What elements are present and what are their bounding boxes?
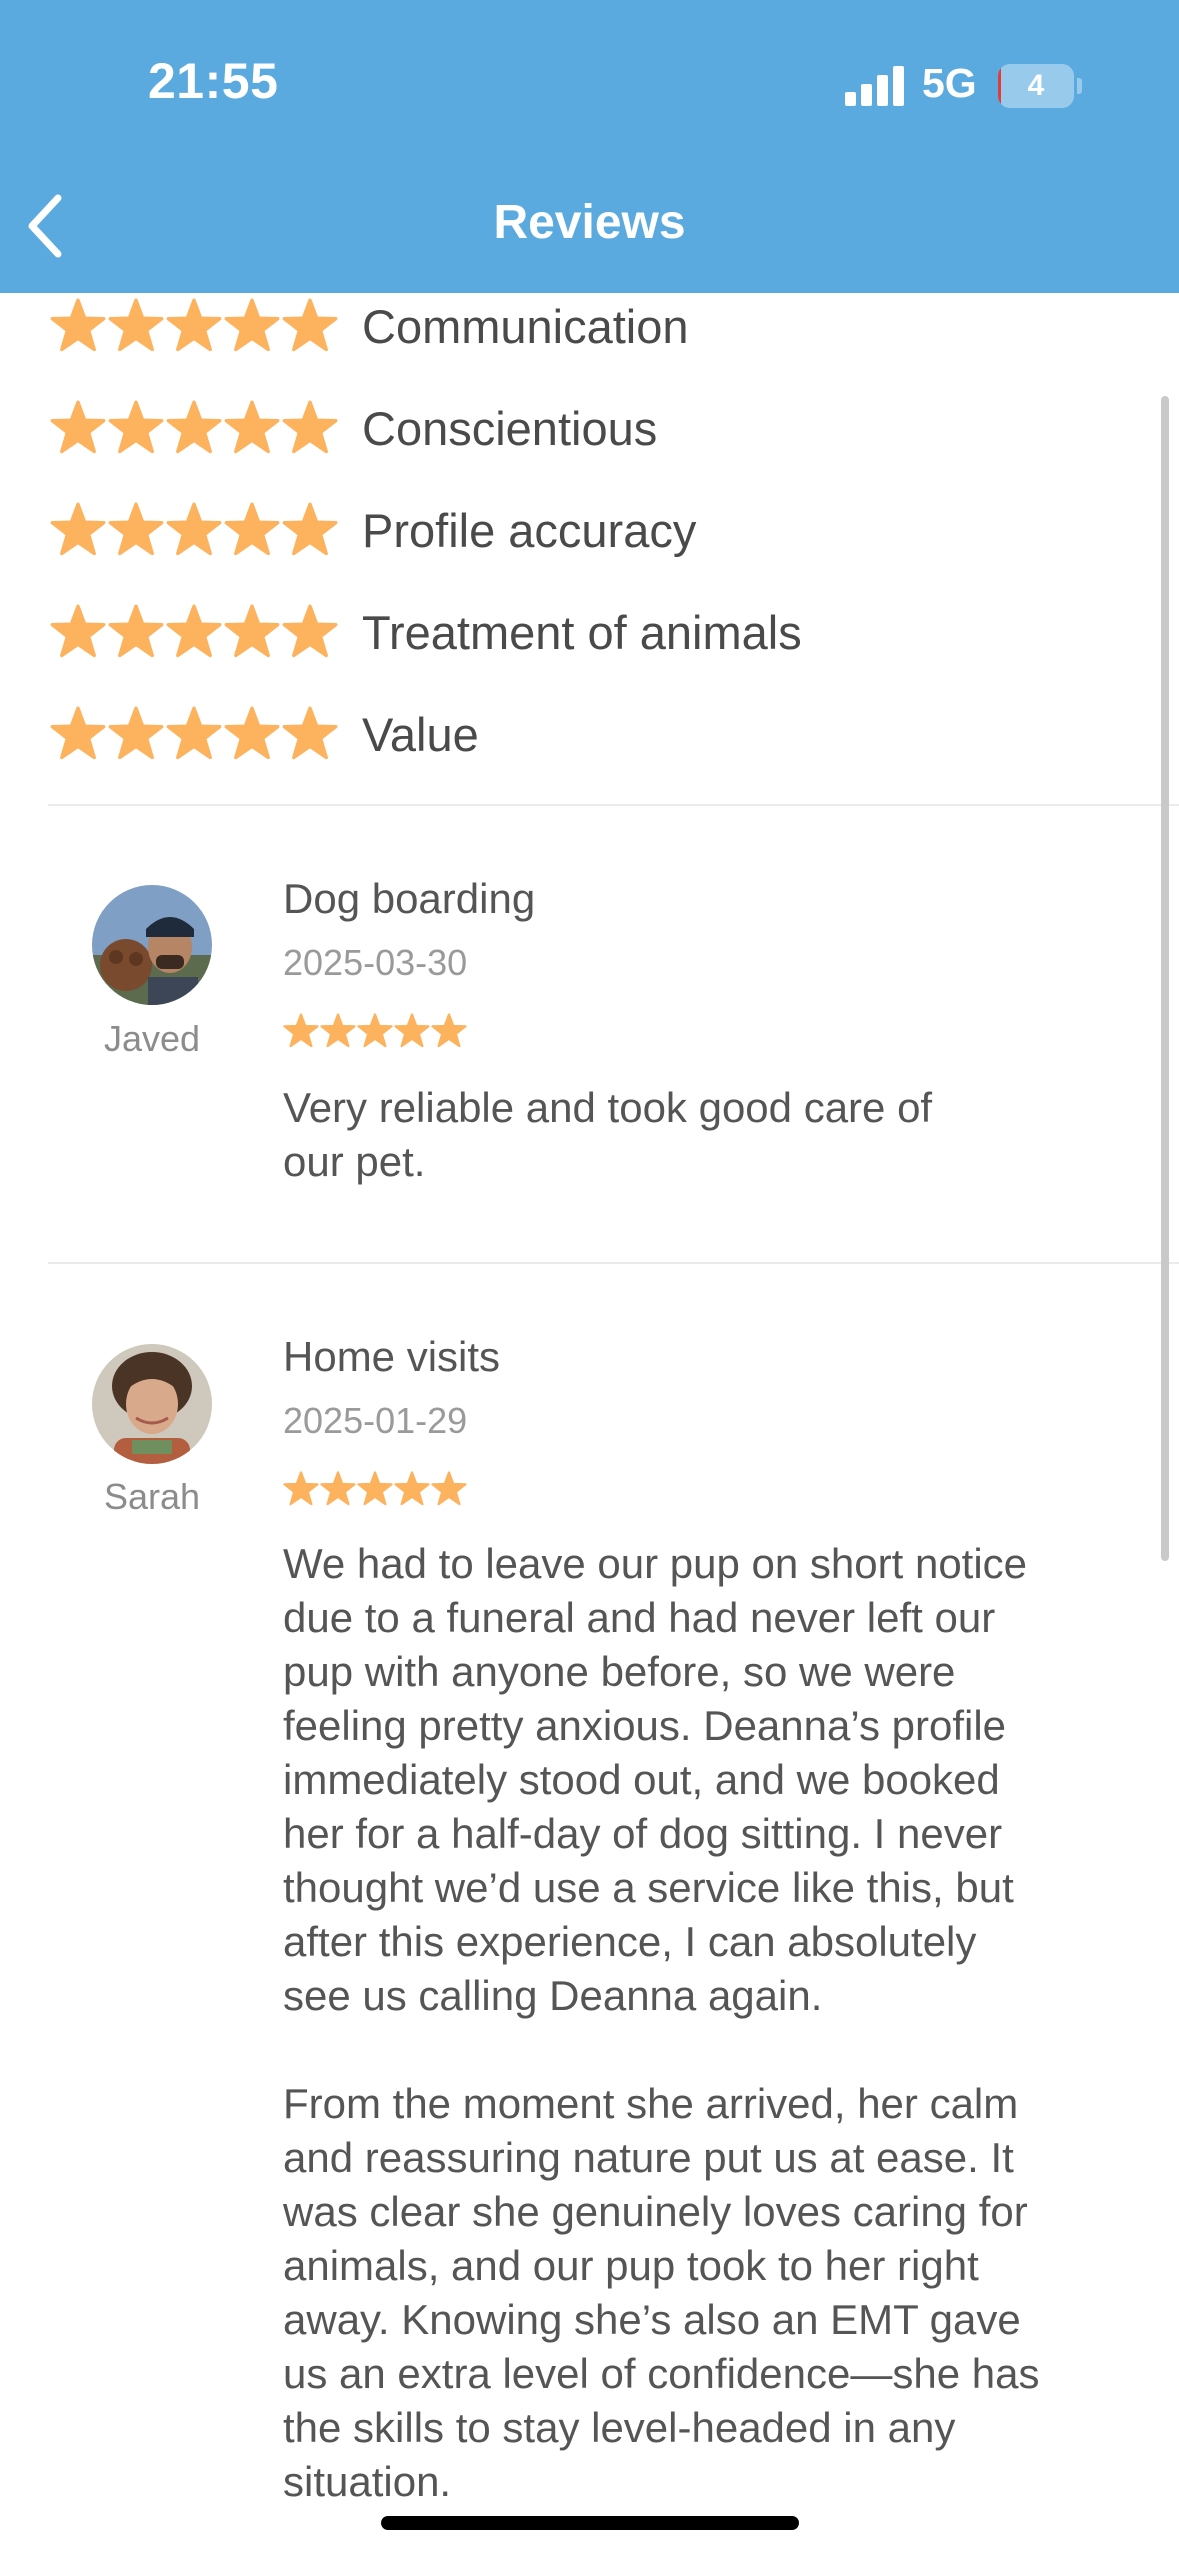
star-icon <box>282 604 338 660</box>
star-icon <box>282 298 338 354</box>
review-date: 2025-03-30 <box>283 942 468 983</box>
star-icon <box>50 502 106 558</box>
star-icon <box>394 1471 430 1507</box>
battery-icon: 4 <box>998 64 1074 108</box>
scrollbar[interactable] <box>1161 396 1169 1561</box>
star-icon <box>50 706 106 762</box>
divider <box>48 1262 1179 1264</box>
star-icon <box>320 1471 356 1507</box>
reviews-screen: 21:55 5G 4 Reviews Communication Conscie… <box>0 0 1179 2556</box>
rating-row-communication: Communication <box>50 296 689 356</box>
star-icon <box>50 298 106 354</box>
star-icon <box>282 706 338 762</box>
avatar <box>92 885 212 1005</box>
star-rating <box>50 298 338 354</box>
status-time: 21:55 <box>148 53 279 109</box>
review-text: Very reliable and took good care of our … <box>283 1084 933 1185</box>
star-icon <box>166 604 222 660</box>
star-icon <box>431 1471 467 1507</box>
service-name: Dog boarding <box>283 875 536 922</box>
rating-label: Profile accuracy <box>362 503 697 557</box>
star-rating <box>283 1013 467 1049</box>
star-icon <box>283 1013 319 1049</box>
star-rating <box>50 502 338 558</box>
signal-icon <box>845 66 905 106</box>
rating-row-profile-accuracy: Profile accuracy <box>50 500 696 560</box>
star-icon <box>108 604 164 660</box>
header-bar: 21:55 5G 4 Reviews <box>0 0 1179 293</box>
star-icon <box>166 400 222 456</box>
star-icon <box>108 502 164 558</box>
star-icon <box>224 604 280 660</box>
review-stars <box>283 1471 467 1507</box>
network-label: 5G <box>922 60 977 106</box>
star-icon <box>282 502 338 558</box>
star-rating <box>50 706 338 762</box>
battery-level: 4 <box>1027 69 1045 102</box>
avatar <box>92 1344 212 1464</box>
star-icon <box>108 400 164 456</box>
avatar-photo <box>92 885 212 1005</box>
reviewer-name: Javed <box>103 1018 201 1059</box>
star-icon <box>394 1013 430 1049</box>
rating-label: Value <box>362 707 479 761</box>
rating-row-conscientious: Conscientious <box>50 398 657 458</box>
star-icon <box>108 298 164 354</box>
review-text: We had to leave our pup on short notice … <box>283 1540 1040 2505</box>
star-icon <box>224 706 280 762</box>
star-icon <box>108 706 164 762</box>
reviews-content[interactable]: Communication Conscientious Profile accu… <box>0 293 1179 2556</box>
service-name: Home visits <box>283 1333 501 1380</box>
star-icon <box>166 298 222 354</box>
star-icon <box>166 706 222 762</box>
star-icon <box>166 502 222 558</box>
star-icon <box>224 400 280 456</box>
rating-label: Treatment of animals <box>362 605 802 659</box>
star-rating <box>50 400 338 456</box>
page-title: Reviews <box>493 196 686 249</box>
star-icon <box>224 298 280 354</box>
review-stars <box>283 1013 467 1049</box>
star-icon <box>283 1471 319 1507</box>
avatar-photo <box>92 1344 212 1464</box>
divider <box>48 804 1179 806</box>
star-icon <box>357 1013 393 1049</box>
rating-row-value: Value <box>50 704 479 764</box>
star-icon <box>282 400 338 456</box>
battery-tip <box>1077 78 1082 94</box>
star-icon <box>431 1013 467 1049</box>
star-icon <box>320 1013 356 1049</box>
star-rating <box>283 1471 467 1507</box>
home-indicator[interactable] <box>381 2516 799 2530</box>
star-icon <box>357 1471 393 1507</box>
star-rating <box>50 604 338 660</box>
star-icon <box>224 502 280 558</box>
rating-label: Communication <box>362 299 689 353</box>
star-icon <box>50 604 106 660</box>
review-date: 2025-01-29 <box>283 1400 468 1441</box>
rating-label: Conscientious <box>362 401 658 455</box>
rating-row-treatment-of-animals: Treatment of animals <box>50 602 802 662</box>
reviewer-name: Sarah <box>103 1476 201 1517</box>
star-icon <box>50 400 106 456</box>
